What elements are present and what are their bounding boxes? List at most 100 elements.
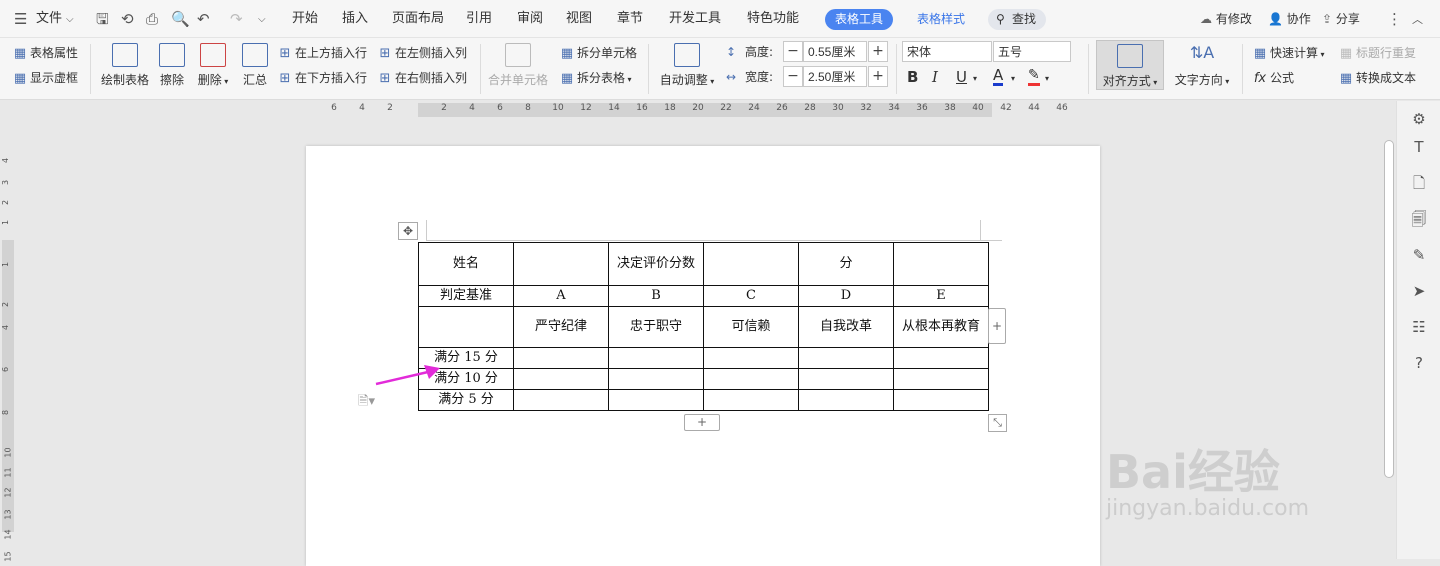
table-cell[interactable]: 决定评价分数	[608, 242, 704, 286]
document-settings-icon[interactable]: 🗐	[1409, 209, 1429, 229]
tab-special[interactable]: 特色功能	[747, 0, 799, 38]
vertical-ruler[interactable]: 4 3 2 1 1 2 4 6 8 10 11 12 13 14 15	[0, 120, 16, 562]
more-options-icon[interactable]: ⋮	[1387, 11, 1402, 27]
show-gridlines-button[interactable]: ▦ 显示虚框	[12, 70, 78, 87]
tab-dev-tools[interactable]: 开发工具	[669, 0, 721, 38]
tab-insert[interactable]: 插入	[342, 0, 368, 38]
paragraph-options-icon[interactable]: 🗎▾	[358, 392, 375, 414]
summary-button[interactable]: 汇总	[239, 43, 271, 88]
collapse-ribbon-icon[interactable]: ︿	[1412, 12, 1423, 28]
repeat-header-button[interactable]: ▦ 标题行重复	[1338, 45, 1416, 62]
text-direction-button[interactable]: ⇅A 文字方向 ▾	[1170, 43, 1234, 88]
vertical-scrollbar[interactable]	[1381, 120, 1395, 559]
table-cell[interactable]: A	[513, 285, 609, 307]
merge-cells-button[interactable]: 合并单元格	[486, 43, 550, 88]
horizontal-ruler[interactable]: 6 4 2 2 4 6 8 10 12 14 16 18 20 22 24 26 28 30 32 34 36 38 40 4…	[0, 101, 1380, 119]
height-field[interactable]	[803, 41, 867, 62]
table-cell[interactable]	[608, 389, 704, 411]
print-preview-icon[interactable]: 🔍	[171, 11, 190, 27]
table-cell[interactable]	[893, 242, 989, 286]
table-cell[interactable]	[703, 389, 799, 411]
table-cell[interactable]: 严守纪律	[513, 306, 609, 348]
table-cell[interactable]	[893, 389, 989, 411]
auto-adjust-button[interactable]: 自动调整 ▾	[656, 43, 718, 88]
table-move-handle[interactable]: ✥	[398, 222, 418, 240]
table-cell[interactable]: 分	[798, 242, 894, 286]
table-cell[interactable]	[703, 368, 799, 390]
insert-row-below-button[interactable]: ⊞ 在下方插入行	[277, 70, 367, 87]
width-field[interactable]	[803, 66, 867, 87]
print-icon[interactable]: ⎙	[146, 11, 158, 27]
add-row-button[interactable]: +	[684, 414, 720, 431]
font-name-select[interactable]	[902, 41, 992, 62]
split-table-button[interactable]: ▦ 拆分表格 ▾	[559, 70, 632, 88]
has-changes-button[interactable]: ☁ 有修改	[1200, 0, 1252, 38]
sliders-icon[interactable]: ☷	[1409, 317, 1429, 337]
underline-options-icon[interactable]: ▾	[973, 71, 977, 87]
height-increment-button[interactable]: +	[868, 41, 888, 62]
formula-button[interactable]: fx 公式	[1252, 70, 1294, 87]
width-increment-button[interactable]: +	[868, 66, 888, 87]
table-cell[interactable]	[418, 306, 514, 348]
customize-icon[interactable]: ⌵	[258, 12, 266, 28]
table-cell[interactable]: E	[893, 285, 989, 307]
add-column-button[interactable]: +	[988, 308, 1006, 344]
table-cell[interactable]	[703, 242, 799, 286]
redo-icon[interactable]: ↷	[230, 11, 243, 27]
share-button[interactable]: ⇪ 分享	[1322, 0, 1360, 38]
bold-button[interactable]: B	[907, 69, 918, 85]
insert-row-above-button[interactable]: ⊞ 在上方插入行	[277, 45, 367, 62]
tab-table-tools[interactable]: 表格工具	[825, 9, 894, 30]
document-page[interactable]: ✥ 姓名 决定评价分数分判定基准 A B C D E 严守纪律 忠于职守 可信赖 自我改革 从根本再教…	[306, 146, 1309, 566]
scrollbar-thumb[interactable]	[1384, 140, 1394, 478]
find-button[interactable]: ⚲ 查找	[988, 9, 1047, 30]
score-table[interactable]: 姓名 决定评价分数分判定基准 A B C D E 严守纪律 忠于职守 可信赖 自我改革 从根本再教育满…	[418, 242, 989, 411]
insert-col-right-button[interactable]: ⊞ 在右侧插入列	[377, 70, 467, 87]
font-color-button[interactable]: A	[993, 67, 1004, 86]
italic-button[interactable]: I	[932, 69, 938, 85]
table-props-button[interactable]: ▦ 表格属性	[12, 45, 78, 62]
tab-chapter[interactable]: 章节	[617, 0, 643, 38]
font-size-select[interactable]	[993, 41, 1071, 62]
table-cell[interactable]: B	[608, 285, 704, 307]
undo-format-icon[interactable]: ⟲	[121, 11, 134, 27]
hamburger-menu-icon[interactable]: ☰	[14, 11, 27, 27]
pen-icon[interactable]: ✎	[1409, 245, 1429, 265]
tab-reference[interactable]: 引用	[466, 0, 492, 38]
insert-col-left-button[interactable]: ⊞ 在左侧插入列	[377, 45, 467, 62]
erase-button[interactable]: 擦除	[156, 43, 188, 88]
width-decrement-button[interactable]: −	[783, 66, 803, 87]
underline-button[interactable]: U	[956, 69, 967, 85]
table-cell[interactable]	[608, 347, 704, 369]
settings-icon[interactable]: ⚙	[1409, 109, 1429, 129]
table-cell[interactable]	[798, 347, 894, 369]
table-cell[interactable]	[703, 347, 799, 369]
table-cell[interactable]	[513, 242, 609, 286]
file-menu[interactable]: 文件	[36, 0, 62, 38]
table-cell[interactable]	[893, 347, 989, 369]
table-cell[interactable]	[513, 368, 609, 390]
draw-table-button[interactable]: 绘制表格	[100, 43, 150, 88]
table-cell[interactable]	[513, 389, 609, 411]
to-text-button[interactable]: ▦ 转换成文本	[1338, 70, 1416, 87]
table-cell[interactable]: C	[703, 285, 799, 307]
table-cell[interactable]	[798, 368, 894, 390]
document-icon[interactable]: 🗋	[1409, 173, 1429, 193]
font-color-options-icon[interactable]: ▾	[1011, 71, 1015, 87]
delete-button[interactable]: 删除 ▾	[194, 43, 232, 88]
save-icon[interactable]: 🖫	[96, 11, 109, 27]
table-cell[interactable]	[513, 347, 609, 369]
align-button[interactable]: 对齐方式 ▾	[1096, 40, 1164, 90]
undo-icon[interactable]: ↶	[197, 11, 210, 27]
tab-layout[interactable]: 页面布局	[392, 0, 444, 38]
table-cell[interactable]	[893, 368, 989, 390]
table-cell[interactable]: 姓名	[418, 242, 514, 286]
table-cell[interactable]: D	[798, 285, 894, 307]
split-cells-button[interactable]: ▦ 拆分单元格	[559, 45, 637, 62]
table-cell[interactable]: 可信赖	[703, 306, 799, 348]
highlight-button[interactable]: ✎	[1028, 67, 1040, 86]
cursor-icon[interactable]: ➤	[1409, 281, 1429, 301]
tab-review[interactable]: 审阅	[517, 0, 543, 38]
table-cell[interactable]: 忠于职守	[608, 306, 704, 348]
tab-view[interactable]: 视图	[566, 0, 592, 38]
